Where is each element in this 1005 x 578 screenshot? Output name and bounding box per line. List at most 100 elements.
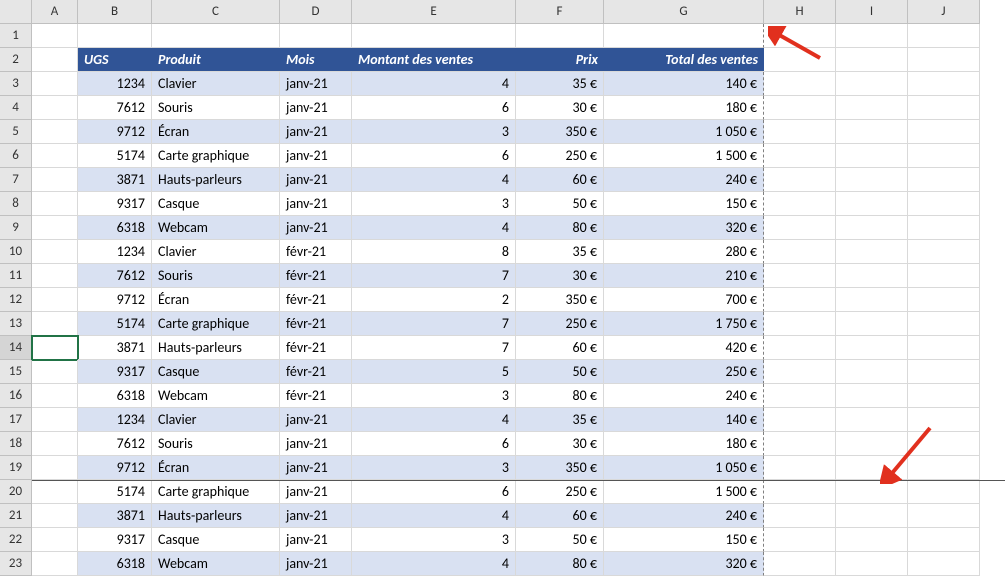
cell-ugs-13[interactable]: 5174 — [78, 312, 152, 336]
cell-total-13[interactable]: 1 750 € — [604, 312, 764, 336]
cell-H6[interactable] — [764, 144, 836, 168]
cell-prix-12[interactable]: 350 € — [516, 288, 604, 312]
cell-ugs-15[interactable]: 9317 — [78, 360, 152, 384]
cell-J1[interactable] — [908, 24, 980, 48]
cell-A22[interactable] — [32, 528, 78, 552]
cell-montant-16[interactable]: 3 — [352, 384, 516, 408]
cell-J6[interactable] — [908, 144, 980, 168]
th-prix[interactable]: Prix — [516, 48, 604, 72]
cell-prix-16[interactable]: 80 € — [516, 384, 604, 408]
cell-J9[interactable] — [908, 216, 980, 240]
cell-I15[interactable] — [836, 360, 908, 384]
cell-H19[interactable] — [764, 456, 836, 480]
cell-prix-14[interactable]: 60 € — [516, 336, 604, 360]
cell-mois-23[interactable]: janv-21 — [280, 552, 352, 576]
cell-mois-22[interactable]: janv-21 — [280, 528, 352, 552]
cell-I7[interactable] — [836, 168, 908, 192]
cell-total-3[interactable]: 140 € — [604, 72, 764, 96]
cell-montant-15[interactable]: 5 — [352, 360, 516, 384]
row-header-5[interactable]: 5 — [0, 120, 32, 144]
cell-A23[interactable] — [32, 552, 78, 576]
cell-produit-16[interactable]: Webcam — [152, 384, 280, 408]
th-montant[interactable]: Montant des ventes — [352, 48, 516, 72]
cell-A12[interactable] — [32, 288, 78, 312]
cell-I21[interactable] — [836, 504, 908, 528]
cell-montant-12[interactable]: 2 — [352, 288, 516, 312]
cell-prix-22[interactable]: 50 € — [516, 528, 604, 552]
cell-mois-12[interactable]: févr-21 — [280, 288, 352, 312]
cell-montant-10[interactable]: 8 — [352, 240, 516, 264]
cell-montant-22[interactable]: 3 — [352, 528, 516, 552]
cell-J2[interactable] — [908, 48, 980, 72]
row-header-9[interactable]: 9 — [0, 216, 32, 240]
cell-montant-8[interactable]: 3 — [352, 192, 516, 216]
cell-produit-23[interactable]: Webcam — [152, 552, 280, 576]
cell-I23[interactable] — [836, 552, 908, 576]
cell-H4[interactable] — [764, 96, 836, 120]
cell-total-10[interactable]: 280 € — [604, 240, 764, 264]
row-header-21[interactable]: 21 — [0, 504, 32, 528]
cell-prix-10[interactable]: 35 € — [516, 240, 604, 264]
cell-mois-16[interactable]: févr-21 — [280, 384, 352, 408]
row-header-8[interactable]: 8 — [0, 192, 32, 216]
cell-ugs-12[interactable]: 9712 — [78, 288, 152, 312]
cell-total-7[interactable]: 240 € — [604, 168, 764, 192]
cell-H13[interactable] — [764, 312, 836, 336]
row-header-3[interactable]: 3 — [0, 72, 32, 96]
cell-ugs-19[interactable]: 9712 — [78, 456, 152, 480]
cell-J8[interactable] — [908, 192, 980, 216]
cell-J13[interactable] — [908, 312, 980, 336]
row-header-16[interactable]: 16 — [0, 384, 32, 408]
cell-prix-4[interactable]: 30 € — [516, 96, 604, 120]
cell-produit-21[interactable]: Hauts-parleurs — [152, 504, 280, 528]
cell-r1-4[interactable] — [516, 24, 604, 48]
row-header-14[interactable]: 14 — [0, 336, 32, 360]
th-total[interactable]: Total des ventes — [604, 48, 764, 72]
cell-produit-4[interactable]: Souris — [152, 96, 280, 120]
cell-total-20[interactable]: 1 500 € — [604, 480, 764, 504]
cell-A6[interactable] — [32, 144, 78, 168]
cell-prix-23[interactable]: 80 € — [516, 552, 604, 576]
th-produit[interactable]: Produit — [152, 48, 280, 72]
cell-ugs-23[interactable]: 6318 — [78, 552, 152, 576]
cell-H2[interactable] — [764, 48, 836, 72]
cell-I10[interactable] — [836, 240, 908, 264]
cell-J18[interactable] — [908, 432, 980, 456]
cell-mois-18[interactable]: janv-21 — [280, 432, 352, 456]
cell-I8[interactable] — [836, 192, 908, 216]
cell-H14[interactable] — [764, 336, 836, 360]
cell-prix-15[interactable]: 50 € — [516, 360, 604, 384]
cell-produit-20[interactable]: Carte graphique — [152, 480, 280, 504]
cell-ugs-21[interactable]: 3871 — [78, 504, 152, 528]
cell-produit-3[interactable]: Clavier — [152, 72, 280, 96]
cell-r1-0[interactable] — [78, 24, 152, 48]
cell-produit-13[interactable]: Carte graphique — [152, 312, 280, 336]
cell-prix-3[interactable]: 35 € — [516, 72, 604, 96]
cell-mois-3[interactable]: janv-21 — [280, 72, 352, 96]
cell-prix-13[interactable]: 250 € — [516, 312, 604, 336]
cell-produit-15[interactable]: Casque — [152, 360, 280, 384]
cell-prix-11[interactable]: 30 € — [516, 264, 604, 288]
cell-ugs-18[interactable]: 7612 — [78, 432, 152, 456]
cell-prix-20[interactable]: 250 € — [516, 480, 604, 504]
cell-J22[interactable] — [908, 528, 980, 552]
row-header-1[interactable]: 1 — [0, 24, 32, 48]
cell-ugs-6[interactable]: 5174 — [78, 144, 152, 168]
cell-J11[interactable] — [908, 264, 980, 288]
cell-total-22[interactable]: 150 € — [604, 528, 764, 552]
row-header-7[interactable]: 7 — [0, 168, 32, 192]
cell-A15[interactable] — [32, 360, 78, 384]
cell-prix-7[interactable]: 60 € — [516, 168, 604, 192]
row-header-11[interactable]: 11 — [0, 264, 32, 288]
cell-mois-7[interactable]: janv-21 — [280, 168, 352, 192]
cell-montant-9[interactable]: 4 — [352, 216, 516, 240]
cell-produit-17[interactable]: Clavier — [152, 408, 280, 432]
cell-I18[interactable] — [836, 432, 908, 456]
cell-I22[interactable] — [836, 528, 908, 552]
cell-A3[interactable] — [32, 72, 78, 96]
cell-montant-11[interactable]: 7 — [352, 264, 516, 288]
select-all-corner[interactable] — [0, 0, 32, 24]
cell-I3[interactable] — [836, 72, 908, 96]
cell-total-15[interactable]: 250 € — [604, 360, 764, 384]
row-header-23[interactable]: 23 — [0, 552, 32, 576]
